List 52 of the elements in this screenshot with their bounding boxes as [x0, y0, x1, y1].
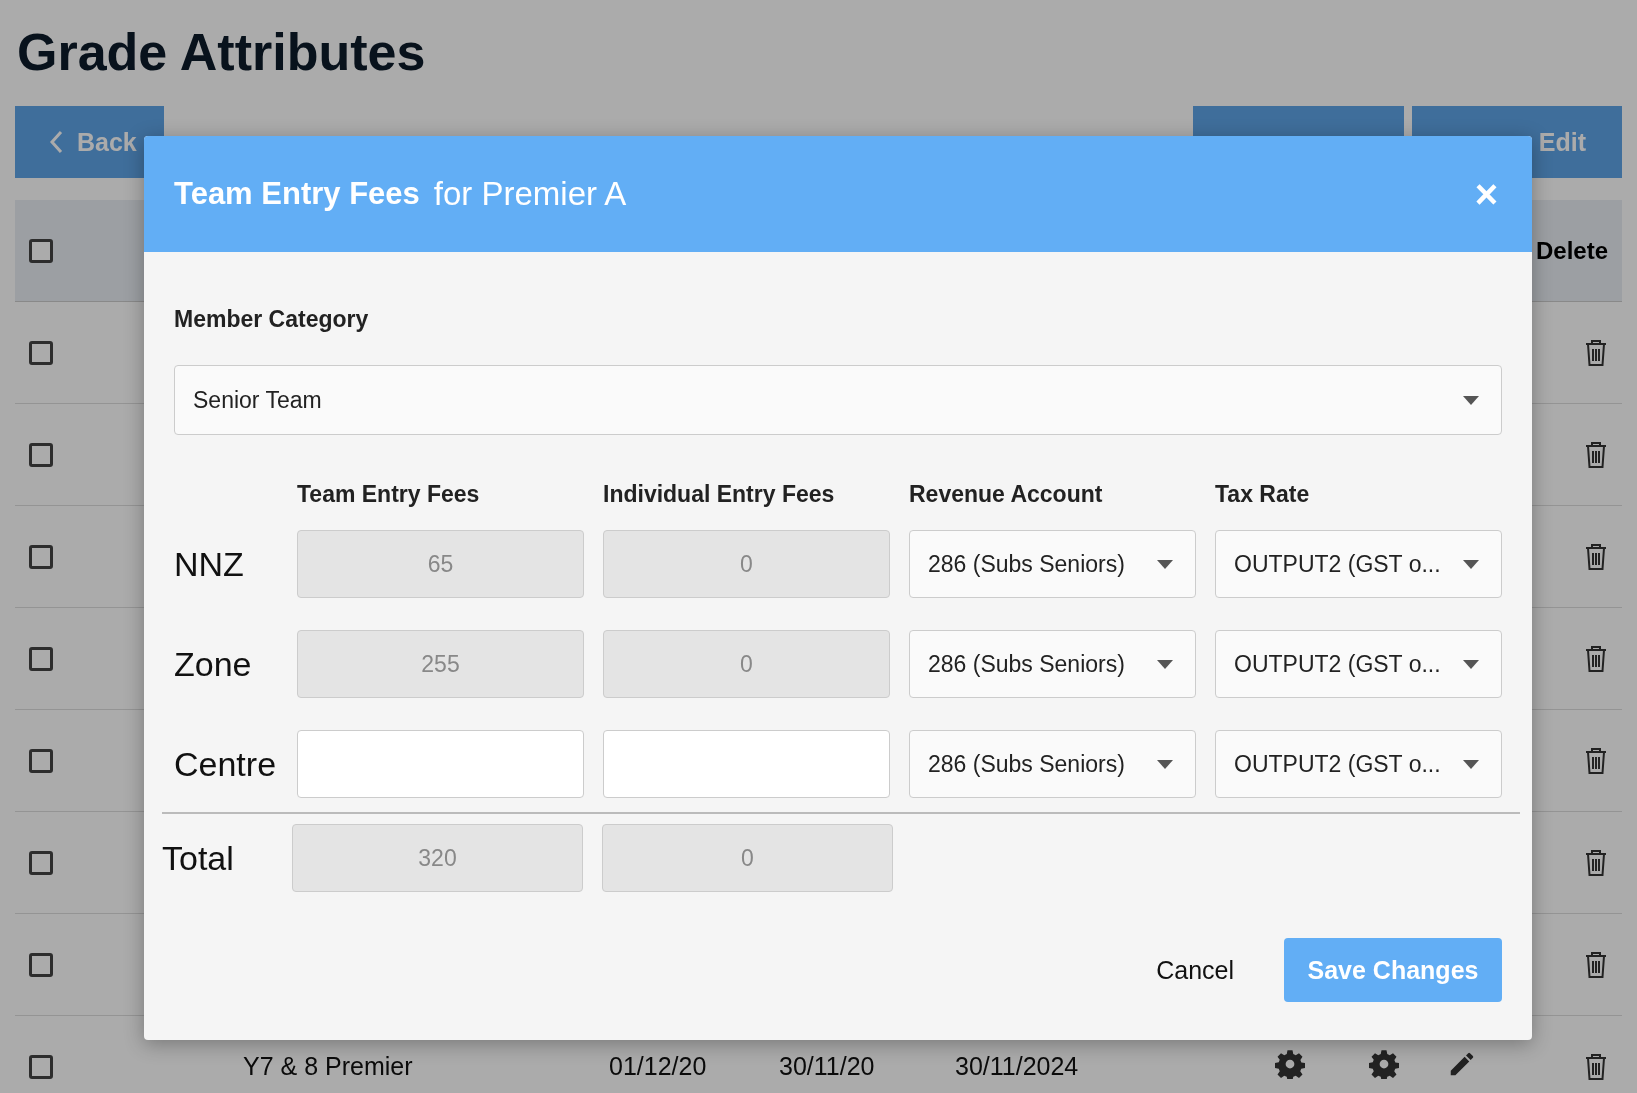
caret-icon — [1463, 395, 1479, 405]
checkbox[interactable] — [29, 748, 53, 773]
total-team-fee-field: 320 — [292, 824, 583, 892]
team-fee-field[interactable] — [297, 730, 584, 798]
gear-icon[interactable] — [1369, 1048, 1399, 1079]
checkbox[interactable] — [29, 1054, 53, 1079]
modal-title: Team Entry Fees — [174, 176, 420, 212]
trash-icon[interactable] — [1584, 848, 1608, 877]
column-header: Individual Entry Fees — [603, 481, 836, 509]
column-header: Revenue Account — [909, 481, 1104, 509]
chevron-left-icon — [49, 130, 63, 154]
checkbox[interactable] — [29, 952, 53, 977]
trash-icon[interactable] — [1584, 950, 1608, 979]
checkbox[interactable] — [29, 850, 53, 875]
trash-icon[interactable] — [1584, 644, 1608, 673]
trash-icon[interactable] — [1584, 440, 1608, 469]
caret-icon — [1157, 759, 1173, 769]
table-cell-text: 30/11/20 — [779, 1052, 876, 1081]
total-individual-fee-field: 0 — [602, 824, 893, 892]
individual-fee-field[interactable] — [603, 730, 890, 798]
caret-icon — [1463, 759, 1479, 769]
trash-icon[interactable] — [1584, 542, 1608, 571]
trash-icon[interactable] — [1584, 338, 1608, 367]
page-title: Grade Attributes — [16, 22, 427, 83]
column-header: Delete — [1535, 236, 1608, 265]
gear-icon[interactable] — [1275, 1048, 1305, 1079]
row-label: Zone — [174, 644, 253, 684]
column-header: Team Entry Fees — [297, 481, 481, 509]
row-label: Centre — [174, 744, 278, 784]
table-cell-text: 01/12/20 — [609, 1052, 708, 1081]
revenue-account-dropdown[interactable]: 286 (Subs Seniors) — [909, 730, 1196, 798]
row-label: NNZ — [174, 544, 245, 584]
trash-icon[interactable] — [1584, 746, 1608, 775]
trash-icon[interactable] — [1584, 1052, 1608, 1081]
caret-icon — [1463, 559, 1479, 569]
column-header: Tax Rate — [1215, 481, 1311, 509]
cancel-button[interactable]: Cancel — [1150, 954, 1240, 986]
tax-rate-dropdown[interactable]: OUTPUT2 (GST o... — [1215, 730, 1502, 798]
table-cell-text: 30/11/2024 — [955, 1052, 1080, 1081]
caret-icon — [1463, 659, 1479, 669]
checkbox[interactable] — [29, 340, 53, 365]
caret-icon — [1157, 559, 1173, 569]
field-label: Member Category — [174, 306, 370, 333]
member-category-dropdown[interactable]: Senior Team — [174, 365, 1502, 435]
checkbox[interactable] — [29, 238, 53, 263]
row-label: Total — [162, 838, 235, 878]
checkbox[interactable] — [29, 544, 53, 569]
caret-icon — [1157, 659, 1173, 669]
modal-subtitle: for Premier A — [433, 175, 628, 213]
checkbox[interactable] — [29, 646, 53, 671]
table-cell-text: Y7 & 8 Premier — [243, 1052, 414, 1081]
checkbox[interactable] — [29, 442, 53, 467]
